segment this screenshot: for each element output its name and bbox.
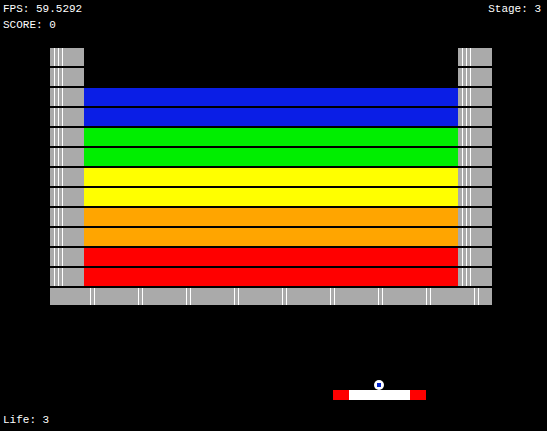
wall-block bbox=[50, 228, 84, 246]
wall-block bbox=[50, 168, 84, 186]
fps-counter: FPS: 59.5292 bbox=[3, 2, 82, 16]
bottom-wall bbox=[50, 288, 492, 305]
life-counter: Life: 3 bbox=[3, 413, 541, 427]
brick-row bbox=[84, 248, 458, 266]
wall-block bbox=[458, 208, 492, 226]
wall-block bbox=[458, 88, 492, 106]
wall-block bbox=[50, 108, 84, 126]
ball bbox=[374, 380, 384, 390]
wall-block bbox=[458, 68, 492, 86]
wall-block bbox=[458, 228, 492, 246]
wall-block bbox=[50, 248, 84, 266]
wall-block bbox=[458, 128, 492, 146]
wall-block bbox=[458, 168, 492, 186]
wall-block bbox=[50, 208, 84, 226]
brick-row bbox=[84, 148, 458, 166]
wall-block bbox=[50, 268, 84, 286]
brick-row bbox=[84, 208, 458, 226]
wall-block bbox=[50, 188, 84, 206]
wall-block bbox=[50, 148, 84, 166]
brick-row bbox=[84, 128, 458, 146]
wall-block bbox=[458, 188, 492, 206]
wall-block bbox=[458, 268, 492, 286]
brick-row bbox=[84, 168, 458, 186]
empty-row bbox=[84, 68, 458, 86]
brick-row bbox=[84, 88, 458, 106]
wall-block bbox=[458, 48, 492, 66]
game-screen: FPS: 59.5292 SCORE: 0 Stage: 3 Life: 3 bbox=[0, 0, 547, 431]
wall-block bbox=[458, 148, 492, 166]
wall-block bbox=[50, 68, 84, 86]
paddle[interactable] bbox=[333, 390, 426, 400]
playfield bbox=[50, 48, 492, 306]
brick-row bbox=[84, 228, 458, 246]
wall-block bbox=[50, 128, 84, 146]
brick-row bbox=[84, 268, 458, 286]
stage-label: Stage: 3 bbox=[488, 2, 541, 32]
score-counter: SCORE: 0 bbox=[3, 18, 82, 32]
brick-row bbox=[84, 188, 458, 206]
wall-block bbox=[50, 88, 84, 106]
wall-block bbox=[458, 248, 492, 266]
brick-row bbox=[84, 108, 458, 126]
wall-block bbox=[458, 108, 492, 126]
empty-row bbox=[84, 48, 458, 66]
wall-block bbox=[50, 48, 84, 66]
